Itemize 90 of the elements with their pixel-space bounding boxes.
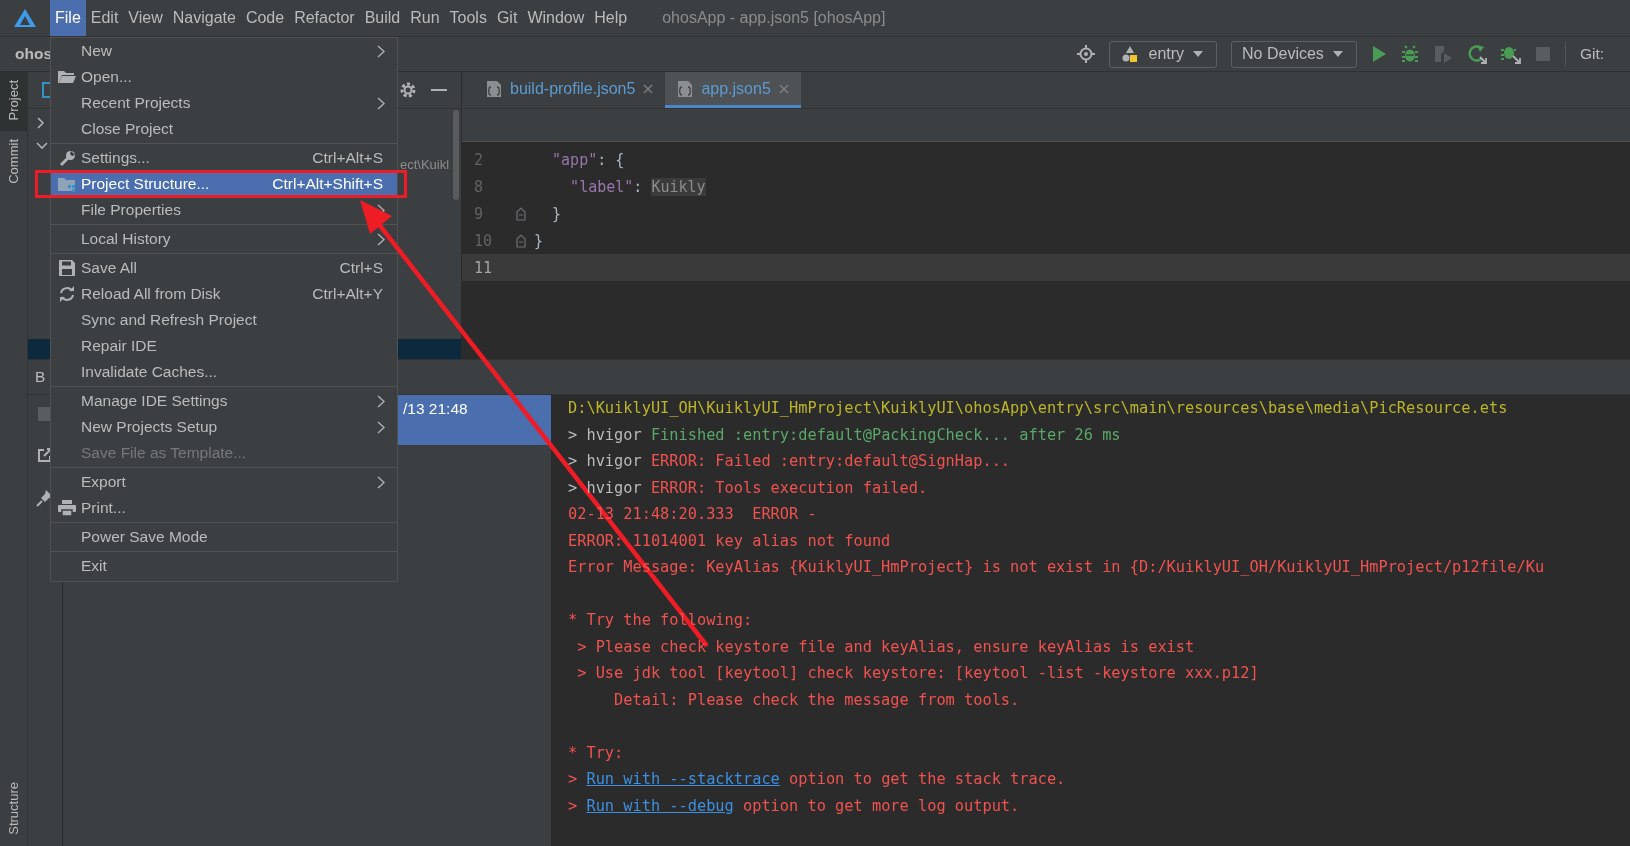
run-icon[interactable] bbox=[1370, 45, 1387, 63]
line-number: 11 bbox=[473, 258, 494, 277]
menu-item[interactable]: Print... bbox=[51, 495, 397, 521]
menu-item[interactable]: Reload All from Disk Ctrl+Alt+Y bbox=[51, 281, 397, 307]
code-line: "app": { bbox=[551, 150, 625, 169]
git-label: Git: bbox=[1579, 45, 1604, 63]
minimize-icon[interactable] bbox=[431, 88, 447, 92]
menu-item[interactable]: Git bbox=[491, 0, 523, 36]
menu-item[interactable]: Exit bbox=[51, 553, 397, 579]
locate-icon[interactable] bbox=[1077, 45, 1096, 63]
console-line: D:\KuiklyUI_OH\KuiklyUI_HmProject\KuiklyUI\ohosApp\entry\src\main\resources\base\media\PicResource.ets bbox=[568, 398, 1509, 419]
menu-item[interactable]: Edit bbox=[85, 0, 124, 36]
console-line: > hvigor Finished :entry:default@PackingCheck... after 26 ms bbox=[568, 424, 1122, 446]
console-line: > Please check keystore file and keyAlias, ensure keyAlias is exist bbox=[576, 636, 1196, 658]
save-icon bbox=[59, 260, 75, 276]
folder-icon bbox=[58, 70, 76, 84]
console-line: Detail: Please check the message from tools. bbox=[613, 689, 1021, 711]
chevron-down-icon[interactable] bbox=[36, 141, 48, 151]
console-line: * Try: bbox=[568, 742, 625, 764]
menu-item[interactable]: Refactor bbox=[289, 0, 360, 36]
tool-window-tab[interactable]: Project bbox=[0, 72, 27, 132]
bug-icon[interactable] bbox=[1400, 45, 1419, 63]
menu-item[interactable]: Open... bbox=[51, 64, 397, 90]
console-link[interactable]: Run with --stacktrace bbox=[586, 770, 780, 788]
line-number: 10 bbox=[473, 231, 494, 250]
coverage-icon[interactable] bbox=[1432, 44, 1453, 64]
caret-icon bbox=[1331, 50, 1344, 58]
menu-item[interactable]: Navigate bbox=[167, 0, 241, 36]
stop-icon[interactable] bbox=[1534, 46, 1551, 62]
build-run-item[interactable]: /13 21:48 bbox=[397, 395, 551, 445]
menu-item[interactable]: Export bbox=[51, 469, 397, 495]
menu-item[interactable]: Close Project bbox=[51, 116, 397, 142]
menu-item[interactable]: Local History bbox=[51, 226, 397, 252]
json-file-icon bbox=[486, 79, 502, 98]
menu-item[interactable]: Code bbox=[240, 0, 290, 36]
menu-item[interactable]: Save All Ctrl+S bbox=[51, 255, 397, 281]
folder-icon bbox=[58, 176, 76, 192]
console-line: > Use jdk tool [keytool] check keystore: [keytool -list -keystore xxx.p12] bbox=[576, 663, 1260, 684]
console-link[interactable]: Run with --debug bbox=[586, 796, 734, 815]
menu-item[interactable]: Window bbox=[522, 0, 590, 36]
tool-window-tab[interactable]: Structure bbox=[0, 774, 27, 846]
configuration-dropdown[interactable]: entry bbox=[1109, 40, 1218, 68]
menu-item[interactable]: Sync and Refresh Project bbox=[51, 307, 397, 333]
tree-item[interactable]: ect\Kuikl bbox=[400, 157, 450, 172]
caret-icon bbox=[1192, 50, 1205, 58]
menu-item[interactable]: Tools bbox=[444, 0, 492, 36]
menu-item[interactable]: Run bbox=[405, 0, 445, 36]
close-icon[interactable] bbox=[643, 83, 654, 94]
project-name: ohos bbox=[15, 45, 53, 63]
reload-icon bbox=[59, 286, 75, 302]
wrench-icon bbox=[58, 149, 76, 167]
panel-title: B bbox=[35, 368, 46, 386]
menu-item[interactable]: Settings... Ctrl+Alt+S bbox=[51, 145, 397, 171]
menu-item[interactable]: Invalidate Caches... bbox=[51, 359, 397, 385]
editor-tab[interactable]: build-profile.json5 bbox=[474, 72, 666, 108]
line-number: 9 bbox=[473, 204, 485, 223]
fold-icon[interactable] bbox=[516, 206, 526, 221]
attach-debugger-icon[interactable] bbox=[1500, 44, 1521, 64]
rerun-icon[interactable] bbox=[1466, 44, 1487, 64]
menu-item[interactable]: Recent Projects bbox=[51, 90, 397, 116]
window-title: ohosApp - app.json5 [ohosApp] bbox=[662, 9, 886, 27]
app-logo-icon bbox=[13, 8, 37, 28]
menu-item[interactable]: New bbox=[51, 38, 397, 64]
fold-icon[interactable] bbox=[516, 233, 526, 248]
menu-item[interactable]: Manage IDE Settings bbox=[51, 388, 397, 414]
close-icon[interactable] bbox=[778, 83, 789, 94]
device-dropdown[interactable]: No Devices bbox=[1231, 40, 1357, 68]
json-file-icon bbox=[677, 79, 694, 98]
menu-item[interactable]: View bbox=[123, 0, 168, 36]
menu-item[interactable]: Help bbox=[589, 0, 633, 36]
line-number: 2 bbox=[473, 150, 485, 169]
console-line: ERROR: 11014001 key alias not found bbox=[568, 530, 892, 552]
line-number: 8 bbox=[473, 177, 485, 196]
console-line: > hvigor ERROR: Tools execution failed. bbox=[568, 477, 929, 499]
menu-item[interactable]: New Projects Setup bbox=[51, 414, 397, 440]
code-line: "label": Kuikly bbox=[569, 177, 706, 196]
menu-item[interactable]: Power Save Mode bbox=[51, 524, 397, 550]
code-line: } bbox=[534, 231, 544, 250]
settings-icon[interactable] bbox=[399, 81, 417, 99]
tool-window-tab[interactable]: Commit bbox=[0, 131, 27, 196]
menu-item[interactable]: Repair IDE bbox=[51, 333, 397, 359]
menu-item[interactable]: File bbox=[50, 0, 86, 36]
code-line: } bbox=[551, 204, 562, 223]
menu-item[interactable]: Build bbox=[359, 0, 406, 36]
scrollbar-thumb[interactable] bbox=[453, 110, 459, 200]
printer-icon bbox=[58, 500, 76, 516]
console-line: > Run with --stacktrace option to get the stack trace. bbox=[568, 769, 1067, 790]
console-line: > Run with --debug option to get more log output. bbox=[568, 795, 1021, 817]
console-line: > hvigor ERROR: Failed :entry:default@SignHap... bbox=[568, 451, 1012, 472]
chevron-right-icon[interactable] bbox=[36, 117, 46, 129]
